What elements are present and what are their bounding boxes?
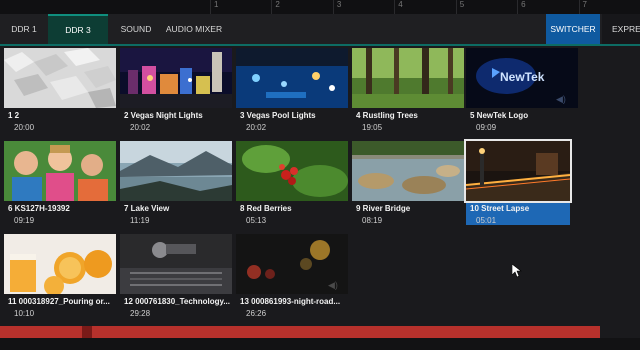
playback-bar[interactable] [0, 326, 600, 338]
clip-thumbnail-vegas-night [120, 48, 232, 108]
svg-text:◀): ◀) [556, 94, 566, 104]
mouse-cursor-icon [511, 263, 522, 283]
clip-title: 1 2 [8, 111, 20, 120]
timeline-mark: 2 [271, 0, 332, 14]
timeline-mark: 5 [455, 0, 517, 14]
clip-thumbnail-river-bridge [352, 141, 464, 201]
playback-marker[interactable] [82, 326, 92, 338]
bottom-strip [0, 338, 640, 350]
clip-title: 4 Rustling Trees [356, 111, 418, 120]
clip-duration: 20:02 [130, 123, 151, 132]
clip-duration: 29:28 [130, 309, 151, 318]
clip-title: 5 NewTek Logo [470, 111, 529, 120]
tab-ddr3[interactable]: DDR 3 [48, 14, 108, 44]
clip-title: 9 River Bridge [356, 204, 411, 213]
clip-title: 13 000861993-night-road... [240, 297, 341, 306]
timeline-mark: 7 [578, 0, 640, 14]
newtek-logo-text: NewTek [500, 70, 545, 84]
clip-thumbnail-trees [352, 48, 464, 108]
clip-duration: 19:05 [362, 123, 383, 132]
clip-title: 10 Street Lapse [470, 204, 530, 213]
timeline-mark: 3 [332, 0, 394, 14]
clip-title: 8 Red Berries [240, 204, 292, 213]
timeline-mark: 6 [517, 0, 578, 14]
clip-title: 12 000761830_Technology... [124, 297, 230, 306]
clip-title: 2 Vegas Night Lights [124, 111, 203, 120]
clip-duration: 09:19 [14, 216, 35, 225]
clip-title: 7 Lake View [124, 204, 170, 213]
timeline-strip: 1 2 3 4 5 6 7 [0, 0, 640, 14]
clip-thumbnail-oranges [4, 234, 116, 294]
clip-thumbnail-night-road: ◀) [236, 234, 348, 294]
clip-thumbnail-berries [236, 141, 348, 201]
clip-title: 11 000318927_Pouring or... [8, 297, 110, 306]
clip-duration: 05:13 [246, 216, 267, 225]
clip-thumbnail-kids [4, 141, 116, 201]
timeline-numbers: 1 2 3 4 5 6 7 [210, 0, 640, 14]
clip-duration: 05:01 [476, 216, 497, 225]
clip-title: 3 Vegas Pool Lights [240, 111, 316, 120]
timeline-mark: 4 [394, 0, 455, 14]
clip-duration: 26:26 [246, 309, 267, 318]
clip-thumbnail-vegas-pool [236, 48, 348, 108]
clip-thumbnail-street [464, 139, 572, 203]
clip-duration: 09:09 [476, 123, 497, 132]
tab-audio-mixer[interactable]: AUDIO MIXER [164, 14, 224, 44]
clip-thumbnail-technology [120, 234, 232, 294]
clip-thumbnail-abstract [4, 48, 116, 108]
clip-duration: 10:10 [14, 309, 35, 318]
tab-bar: DDR 1 DDR 3 SOUND AUDIO MIXER SWITCHER E… [0, 14, 640, 46]
timeline-mark: 1 [210, 0, 271, 14]
clip-duration: 20:02 [246, 123, 267, 132]
tab-switcher[interactable]: SWITCHER [546, 14, 600, 44]
tab-express[interactable]: EXPRESS [602, 14, 640, 44]
clip-duration: 08:19 [362, 216, 383, 225]
tab-ddr1[interactable]: DDR 1 [0, 14, 49, 44]
clip-title: 6 KS127H-19392 [8, 204, 70, 213]
clip-thumbnail-newtek: NewTek ◀) [466, 48, 578, 108]
clip-duration: 20:00 [14, 123, 35, 132]
clip-grid: 1 2 20:00 2 Vegas Night Lights 20:02 3 V… [0, 46, 640, 326]
svg-text:◀): ◀) [328, 280, 338, 290]
clip-duration: 11:19 [130, 216, 150, 225]
clip-thumbnail-lake [120, 141, 232, 201]
tab-sound[interactable]: SOUND [110, 14, 162, 44]
